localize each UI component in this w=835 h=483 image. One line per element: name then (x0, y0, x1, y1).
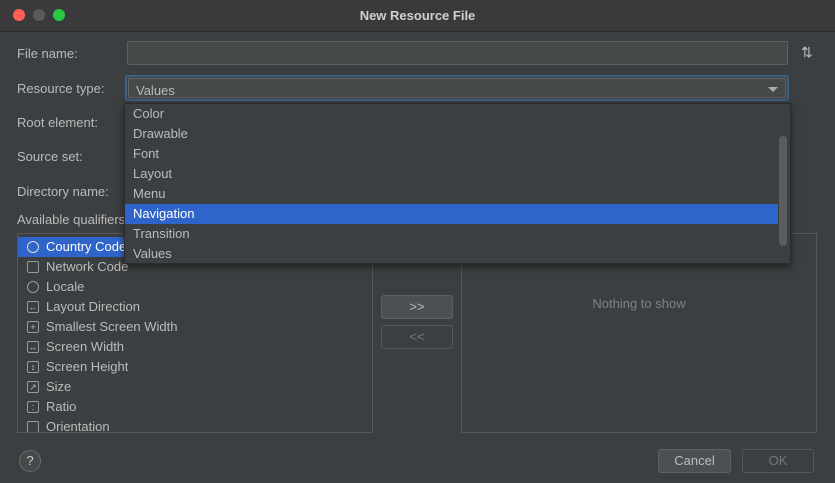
add-qualifier-button[interactable]: >> (381, 295, 453, 319)
chevron-down-icon (768, 87, 778, 92)
qualifier-label: Smallest Screen Width (46, 319, 178, 334)
source-set-label: Source set: (17, 149, 83, 164)
remove-qualifier-button[interactable]: << (381, 325, 453, 349)
list-item-ratio[interactable]: : Ratio (18, 397, 372, 417)
title-bar: New Resource File (0, 0, 835, 32)
dropdown-scrollbar[interactable] (779, 136, 787, 246)
resource-type-dropdown: Color Drawable Font Layout Menu Navigati… (124, 103, 791, 264)
ratio-icon: : (27, 401, 39, 413)
network-code-icon (27, 261, 39, 273)
qualifier-label: Screen Width (46, 339, 125, 354)
available-qualifiers-label: Available qualifiers: (17, 212, 129, 227)
list-item-screen-height[interactable]: ↕ Screen Height (18, 357, 372, 377)
list-item-layout-direction[interactable]: ← Layout Direction (18, 297, 372, 317)
qualifier-label: Layout Direction (46, 299, 140, 314)
sort-icon[interactable]: ⇅ (801, 44, 813, 61)
layout-direction-icon: ← (27, 301, 39, 313)
cancel-button[interactable]: Cancel (658, 449, 731, 473)
list-item-orientation[interactable]: Orientation (18, 417, 372, 433)
resource-type-value: Values (136, 83, 175, 98)
directory-name-label: Directory name: (17, 184, 109, 199)
file-name-label: File name: (17, 46, 78, 61)
screen-height-icon: ↕ (27, 361, 39, 373)
dropdown-option-drawable[interactable]: Drawable (125, 124, 778, 144)
list-item-smallest-screen-width[interactable]: + Smallest Screen Width (18, 317, 372, 337)
file-name-input[interactable] (127, 41, 788, 65)
empty-state-text: Nothing to show (592, 296, 686, 311)
qualifier-label: Size (46, 379, 72, 394)
qualifier-label: Country Code (46, 239, 127, 254)
ok-button[interactable]: OK (742, 449, 814, 473)
qualifier-label: Network Code (46, 259, 129, 274)
globe-icon (27, 281, 39, 293)
qualifier-label: Orientation (46, 419, 110, 433)
smallest-width-icon: + (27, 321, 39, 333)
qualifier-label: Locale (46, 279, 85, 294)
list-item-locale[interactable]: Locale (18, 277, 372, 297)
dropdown-option-menu[interactable]: Menu (125, 184, 778, 204)
window-title: New Resource File (359, 8, 476, 23)
size-icon: ↗ (27, 381, 39, 393)
dropdown-option-transition[interactable]: Transition (125, 224, 778, 244)
qualifier-label: Ratio (46, 399, 77, 414)
help-button[interactable]: ? (19, 450, 41, 472)
resource-type-combobox[interactable]: Values (125, 75, 789, 101)
resource-type-label: Resource type: (17, 81, 105, 96)
dropdown-option-color[interactable]: Color (125, 104, 778, 124)
dropdown-option-navigation[interactable]: Navigation (125, 204, 778, 224)
screen-width-icon: ↔ (27, 341, 39, 353)
dropdown-option-layout[interactable]: Layout (125, 164, 778, 184)
list-item-size[interactable]: ↗ Size (18, 377, 372, 397)
qualifier-label: Screen Height (46, 359, 129, 374)
dropdown-option-values[interactable]: Values (125, 244, 778, 264)
country-code-icon (27, 241, 39, 253)
root-element-label: Root element: (17, 115, 98, 130)
list-item-screen-width[interactable]: ↔ Screen Width (18, 337, 372, 357)
dropdown-option-font[interactable]: Font (125, 144, 778, 164)
orientation-icon (27, 421, 39, 432)
